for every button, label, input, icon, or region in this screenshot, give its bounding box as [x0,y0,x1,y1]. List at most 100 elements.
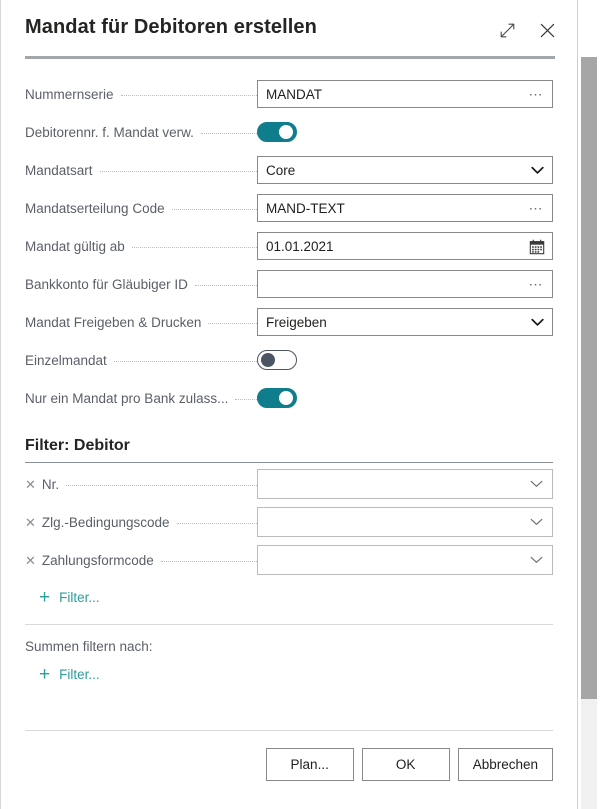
nummernserie-input-wrapper: ⋯ [257,80,553,108]
debitorennr-verwenden-toggle[interactable] [257,122,297,142]
label-leader-dots [195,284,257,286]
filter-label-zahlungsformcode: ✕ Zahlungsformcode [25,553,257,568]
bankkonto-glaeubiger-id-input-wrapper: ⋯ [257,270,553,298]
field-control-nur-ein-mandat-pro-bank [257,388,553,408]
footer-button-group: Plan... OK Abbrechen [266,748,553,781]
field-row-nur-ein-mandat-pro-bank: Nur ein Mandat pro Bank zulass... [1,379,577,417]
add-filter-button-debitor[interactable]: + Filter... [25,579,100,616]
field-control-mandat-freigeben-drucken: Freigeben [257,308,553,336]
add-filter-label: Filter... [59,590,100,605]
field-row-bankkonto-glaeubiger-id: Bankkonto für Gläubiger ID ⋯ [1,265,577,303]
chevron-down-icon[interactable] [531,157,544,183]
field-row-nummernserie: Nummernserie ⋯ [1,75,577,113]
field-label-nummernserie: Nummernserie [25,87,257,102]
general-fields-group: Nummernserie ⋯ Debitorennr. f. Mandat ve… [1,59,577,417]
field-label-mandatserteilung-code: Mandatserteilung Code [25,201,257,216]
filter-section-separator [25,462,553,463]
field-label-mandat-gueltig-ab: Mandat gültig ab [25,239,257,254]
bankkonto-glaeubiger-id-input[interactable] [258,271,552,297]
field-control-mandatserteilung-code: ⋯ [257,194,553,222]
toggle-knob [279,125,293,139]
filter-zahlungsformcode-combobox[interactable] [257,545,553,575]
field-label-nur-ein-mandat-pro-bank: Nur ein Mandat pro Bank zulass... [25,391,257,406]
plus-icon: + [39,588,50,607]
chevron-down-icon[interactable] [530,470,543,498]
field-row-einzelmandat: Einzelmandat [1,341,577,379]
chevron-down-icon[interactable] [530,546,543,574]
field-label-mandatsart: Mandatsart [25,163,257,178]
filter-row-zlg-bedingungscode: ✕ Zlg.-Bedingungscode [25,503,553,541]
toggle-knob [261,353,275,367]
cancel-button[interactable]: Abbrechen [458,748,553,781]
ok-button[interactable]: OK [362,748,450,781]
label-leader-dots [66,484,257,486]
filter-zlg-bedingungscode-combobox[interactable] [257,507,553,537]
field-label-einzelmandat: Einzelmandat [25,353,257,368]
expand-diagonal-icon[interactable] [491,14,523,46]
add-filter-label: Filter... [59,667,100,682]
nummernserie-input[interactable] [258,81,552,107]
einzelmandat-toggle[interactable] [257,350,297,370]
ellipsis-icon[interactable]: ⋯ [526,81,546,107]
chevron-down-icon[interactable] [530,508,543,536]
field-control-debitorennr-verwenden [257,122,553,142]
filter-label-zlg-bedingungscode: ✕ Zlg.-Bedingungscode [25,515,257,530]
mandat-gueltig-ab-input[interactable] [258,233,552,259]
label-leader-dots [177,522,258,524]
label-leader-dots [161,560,257,562]
plus-icon: + [39,665,50,684]
filter-control-zlg-bedingungscode [257,507,553,537]
field-control-bankkonto-glaeubiger-id: ⋯ [257,270,553,298]
page-scrollbar-thumb[interactable] [581,57,597,699]
label-leader-dots [132,246,257,248]
field-control-nummernserie: ⋯ [257,80,553,108]
field-control-mandatsart: Core [257,156,553,184]
label-leader-dots [208,322,257,324]
label-leader-dots [100,170,257,172]
footer-separator [25,730,553,731]
totals-section-title: Summen filtern nach: [25,625,553,656]
page-scrollbar-track[interactable] [581,699,597,809]
mandatsart-selected-value: Core [258,163,323,178]
calendar-icon[interactable] [527,237,547,257]
dialog-body: Nummernserie ⋯ Debitorennr. f. Mandat ve… [1,59,577,720]
filter-row-zahlungsformcode: ✕ Zahlungsformcode [25,541,553,579]
mandat-gueltig-ab-input-wrapper [257,232,553,260]
label-leader-dots [114,360,257,362]
mandatserteilung-code-input[interactable] [258,195,552,221]
dialog-titlebar: Mandat für Debitoren erstellen [1,0,577,57]
filter-label-nr: ✕ Nr. [25,477,257,492]
field-control-einzelmandat [257,350,553,370]
mandatsart-select[interactable]: Core [257,156,553,184]
toggle-knob [279,391,293,405]
field-row-mandatserteilung-code: Mandatserteilung Code ⋯ [1,189,577,227]
field-row-debitorennr-verwenden: Debitorennr. f. Mandat verw. [1,113,577,151]
mandat-freigeben-drucken-selected-value: Freigeben [258,315,355,330]
ellipsis-icon[interactable]: ⋯ [526,271,546,297]
nur-ein-mandat-pro-bank-toggle[interactable] [257,388,297,408]
mandat-freigeben-drucken-select[interactable]: Freigeben [257,308,553,336]
create-mandate-dialog: Mandat für Debitoren erstellen [0,0,578,809]
clear-x-icon[interactable]: ✕ [25,554,36,567]
filter-control-nr [257,469,553,499]
field-label-bankkonto-glaeubiger-id: Bankkonto für Gläubiger ID [25,277,257,292]
field-row-mandat-gueltig-ab: Mandat gültig ab [1,227,577,265]
add-filter-button-totals[interactable]: + Filter... [25,656,100,693]
plan-button[interactable]: Plan... [266,748,354,781]
filter-control-zahlungsformcode [257,545,553,575]
label-leader-dots [121,94,257,96]
mandatserteilung-code-input-wrapper: ⋯ [257,194,553,222]
clear-x-icon[interactable]: ✕ [25,478,36,491]
field-label-mandat-freigeben-drucken: Mandat Freigeben & Drucken [25,315,257,330]
dialog-footer: Plan... OK Abbrechen [1,720,577,809]
titlebar-actions [491,14,563,46]
clear-x-icon[interactable]: ✕ [25,516,36,529]
chevron-down-icon[interactable] [531,309,544,335]
ellipsis-icon[interactable]: ⋯ [526,195,546,221]
field-label-debitorennr-verwenden: Debitorennr. f. Mandat verw. [25,125,257,140]
filter-nr-combobox[interactable] [257,469,553,499]
filter-section-title: Filter: Debitor [25,437,553,462]
label-leader-dots [172,208,257,210]
filter-row-nr: ✕ Nr. [25,465,553,503]
close-icon[interactable] [531,14,563,46]
